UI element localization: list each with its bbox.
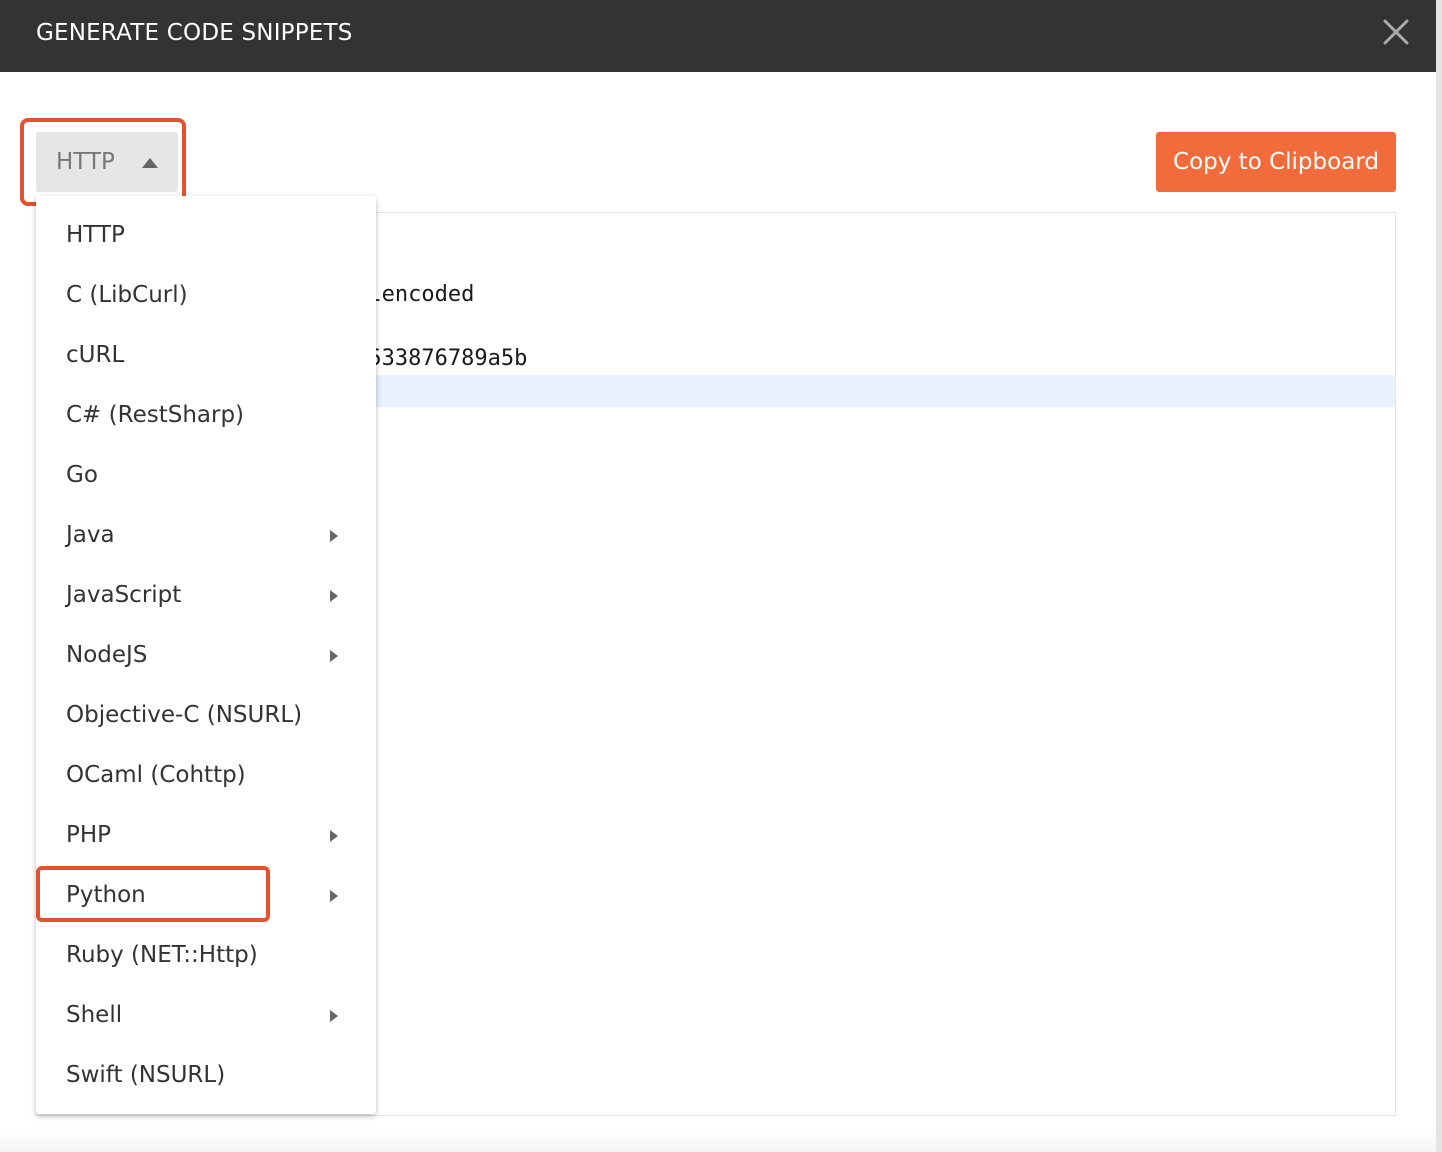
caret-right-icon <box>330 890 338 902</box>
menu-item-label: Shell <box>66 1002 123 1028</box>
menu-item-label: Swift (NSURL) <box>66 1062 226 1088</box>
caret-right-icon <box>330 1010 338 1022</box>
menu-item-label: C# (RestSharp) <box>66 402 245 428</box>
menu-item-label: cURL <box>66 342 125 368</box>
menu-item-label: Go <box>66 462 98 488</box>
menu-item-label: Python <box>66 882 146 908</box>
menu-item-c-libcurl[interactable]: C (LibCurl) <box>36 266 376 326</box>
menu-item-label: HTTP <box>66 222 125 248</box>
menu-item-swift-nsurl[interactable]: Swift (NSURL) <box>36 1046 376 1106</box>
menu-item-label: NodeJS <box>66 642 148 668</box>
modal-title: GENERATE CODE SNIPPETS <box>36 20 353 46</box>
caret-right-icon <box>330 590 338 602</box>
menu-item-http[interactable]: HTTP <box>36 206 376 266</box>
menu-item-go[interactable]: Go <box>36 446 376 506</box>
background-edge <box>1436 0 1442 1152</box>
copy-to-clipboard-button[interactable]: Copy to Clipboard <box>1156 132 1396 192</box>
menu-item-label: JavaScript <box>66 582 182 608</box>
caret-right-icon <box>330 830 338 842</box>
menu-item-csharp-restsharp[interactable]: C# (RestSharp) <box>36 386 376 446</box>
language-select-value: HTTP <box>56 149 115 175</box>
language-dropdown-menu: HTTP C (LibCurl) cURL C# (RestSharp) Go … <box>36 196 376 1114</box>
menu-item-objective-c-nsurl[interactable]: Objective-C (NSURL) <box>36 686 376 746</box>
menu-item-label: Ruby (NET::Http) <box>66 942 258 968</box>
menu-item-label: OCaml (Cohttp) <box>66 762 246 788</box>
code-snippets-modal: GENERATE CODE SNIPPETS HTTP Copy to Clip… <box>0 0 1436 1152</box>
menu-item-label: C (LibCurl) <box>66 282 188 308</box>
menu-item-label: PHP <box>66 822 112 848</box>
menu-item-label: Java <box>66 522 115 548</box>
menu-item-javascript[interactable]: JavaScript <box>36 566 376 626</box>
caret-right-icon <box>330 530 338 542</box>
close-button[interactable] <box>1380 16 1412 48</box>
language-select[interactable]: HTTP <box>36 132 178 192</box>
menu-item-java[interactable]: Java <box>36 506 376 566</box>
modal-header: GENERATE CODE SNIPPETS <box>0 0 1436 72</box>
menu-item-python[interactable]: Python <box>36 866 376 926</box>
caret-up-icon <box>142 158 158 168</box>
menu-item-ruby-net-http[interactable]: Ruby (NET::Http) <box>36 926 376 986</box>
menu-item-ocaml-cohttp[interactable]: OCaml (Cohttp) <box>36 746 376 806</box>
menu-item-nodejs[interactable]: NodeJS <box>36 626 376 686</box>
caret-right-icon <box>330 650 338 662</box>
close-icon <box>1383 19 1409 45</box>
menu-item-php[interactable]: PHP <box>36 806 376 866</box>
modal-bottom-edge <box>0 1128 1436 1152</box>
menu-item-label: Objective-C (NSURL) <box>66 702 303 728</box>
menu-item-shell[interactable]: Shell <box>36 986 376 1046</box>
menu-item-curl[interactable]: cURL <box>36 326 376 386</box>
